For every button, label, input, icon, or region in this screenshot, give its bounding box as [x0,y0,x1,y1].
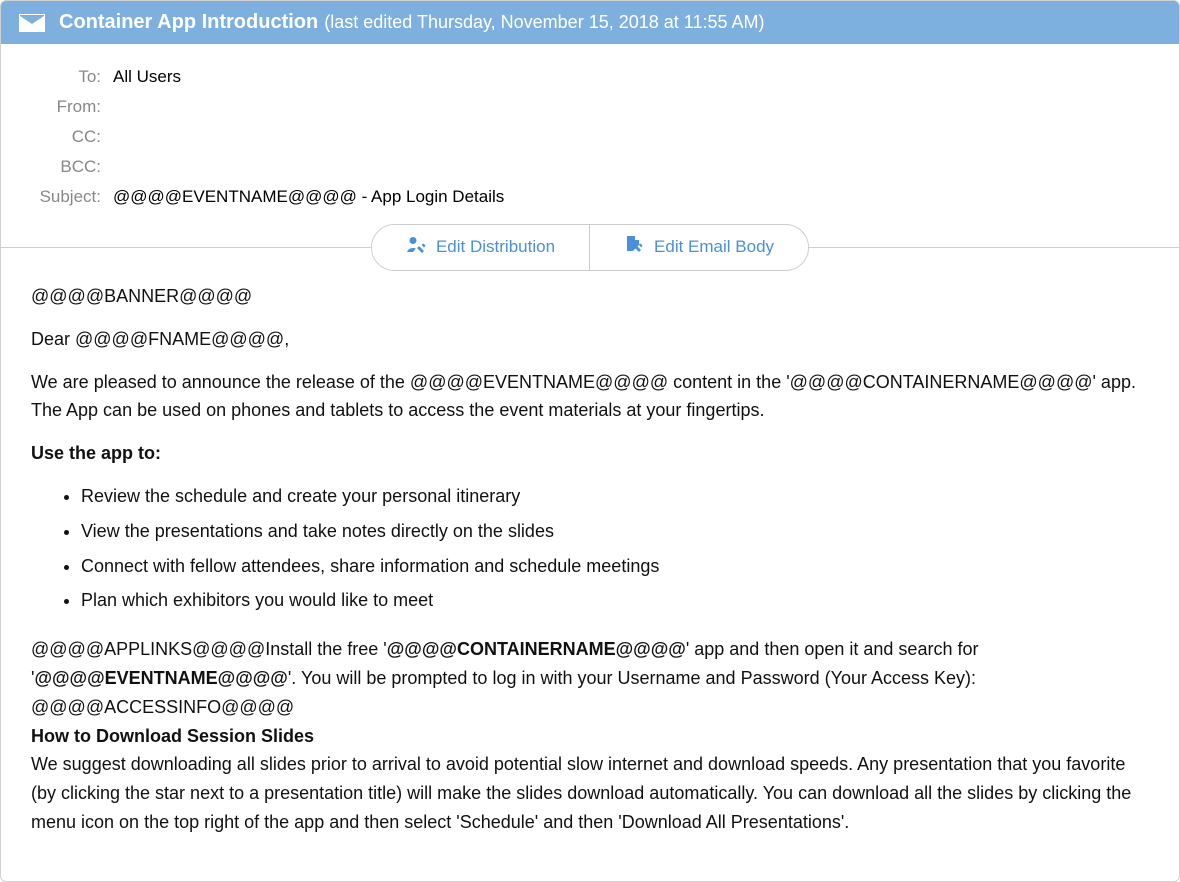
action-divider: Edit Distribution Edit Email Body [1,222,1179,272]
email-header-fields: To: All Users From: CC: BCC: Subject: @@… [1,44,1179,222]
subject-label: Subject: [31,187,101,207]
use-list: Review the schedule and create your pers… [81,482,1149,615]
list-item: Review the schedule and create your pers… [81,482,1149,511]
install-pre: @@@@APPLINKS@@@@Install the free ' [31,639,387,659]
edit-distribution-button[interactable]: Edit Distribution [372,225,589,270]
cc-label: CC: [31,127,101,147]
install-post: '. You will be prompted to log in with y… [288,668,976,688]
subject-row: Subject: @@@@EVENTNAME@@@@ - App Login D… [31,182,1149,212]
banner-placeholder: @@@@BANNER@@@@ [31,282,1149,311]
download-text: We suggest downloading all slides prior … [31,754,1131,832]
to-label: To: [31,67,101,87]
from-row: From: [31,92,1149,122]
to-row: To: All Users [31,62,1149,92]
cc-row: CC: [31,122,1149,152]
list-item: Plan which exhibitors you would like to … [81,586,1149,615]
list-item: View the presentations and take notes di… [81,517,1149,546]
from-label: From: [31,97,101,117]
download-heading: How to Download Session Slides [31,726,314,746]
subject-value: @@@@EVENTNAME@@@@ - App Login Details [113,187,504,207]
container-name-bold: @@@@CONTAINERNAME@@@@ [387,639,686,659]
access-info: @@@@ACCESSINFO@@@@ [31,697,294,717]
use-heading: Use the app to: [31,439,1149,468]
email-body: @@@@BANNER@@@@ Dear @@@@FNAME@@@@, We ar… [1,272,1179,881]
user-edit-icon [406,235,426,260]
document-edit-icon [624,235,644,260]
list-item: Connect with fellow attendees, share inf… [81,552,1149,581]
edit-email-body-label: Edit Email Body [654,237,774,257]
panel-subtitle: (last edited Thursday, November 15, 2018… [324,12,764,33]
mail-icon [19,14,45,32]
edit-email-body-button[interactable]: Edit Email Body [589,225,808,270]
bcc-label: BCC: [31,157,101,177]
panel-header: Container App Introduction (last edited … [1,1,1179,44]
bcc-row: BCC: [31,152,1149,182]
install-paragraph: @@@@APPLINKS@@@@Install the free '@@@@CO… [31,635,1149,837]
intro-paragraph: We are pleased to announce the release o… [31,368,1149,426]
event-name-bold: @@@@EVENTNAME@@@@ [34,668,287,688]
to-value: All Users [113,67,181,87]
email-template-panel: Container App Introduction (last edited … [0,0,1180,882]
greeting: Dear @@@@FNAME@@@@, [31,325,1149,354]
panel-title: Container App Introduction [59,11,318,34]
action-button-group: Edit Distribution Edit Email Body [371,224,809,271]
edit-distribution-label: Edit Distribution [436,237,555,257]
